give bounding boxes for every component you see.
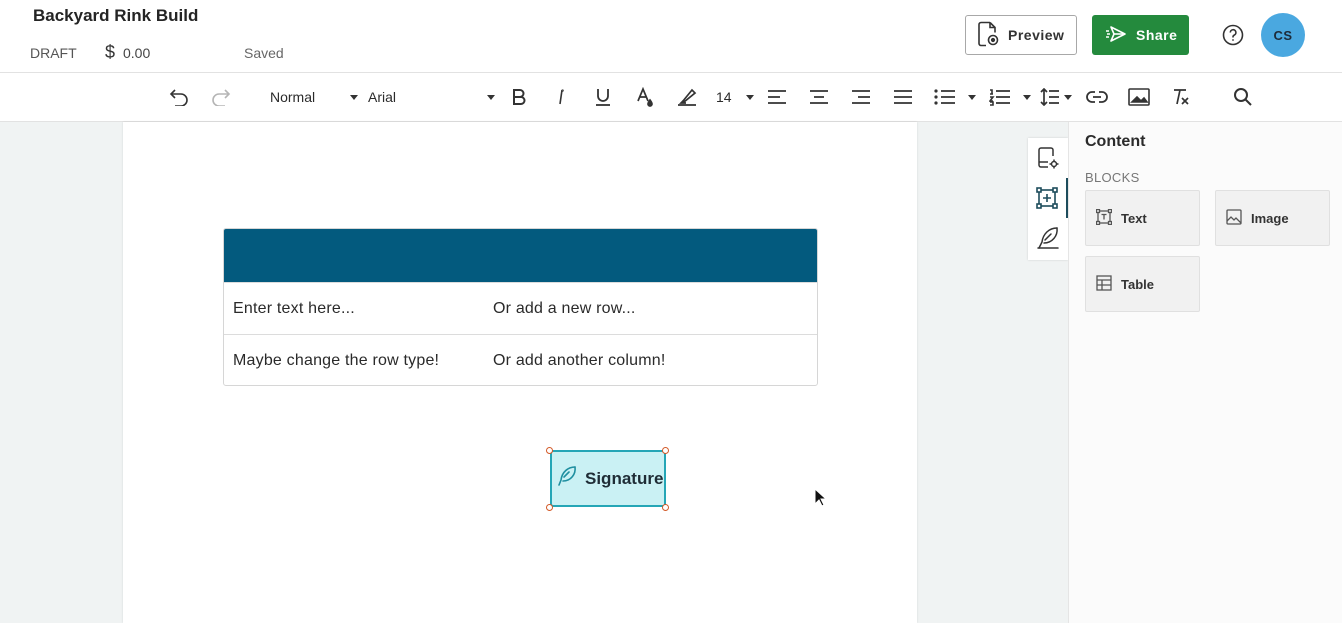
signature-feather-icon[interactable] <box>1028 218 1068 258</box>
panel-section-label: BLOCKS <box>1085 170 1140 185</box>
document-title[interactable]: Backyard Rink Build <box>33 6 198 26</box>
status-badge: DRAFT <box>30 45 77 61</box>
table-block[interactable]: Enter text here... Or add a new row... M… <box>223 228 818 386</box>
text-color-icon[interactable] <box>634 85 656 109</box>
numbered-list-button[interactable] <box>989 85 1031 109</box>
currency-symbol: $ <box>105 42 116 62</box>
add-block-icon[interactable] <box>1028 178 1068 218</box>
underline-icon[interactable] <box>592 85 614 109</box>
text-block-icon <box>1095 208 1121 228</box>
align-right-icon[interactable] <box>850 85 872 109</box>
panel-title: Content <box>1085 133 1146 150</box>
feather-icon <box>555 464 585 493</box>
bullet-list-icon <box>934 89 956 105</box>
preview-label: Preview <box>1008 27 1065 43</box>
panel-rail <box>1028 138 1068 260</box>
highlight-icon[interactable] <box>676 85 698 109</box>
font-size-value: 14 <box>716 89 732 105</box>
save-status: Saved <box>244 45 284 61</box>
table-block-label: Table <box>1121 276 1154 292</box>
image-icon[interactable] <box>1128 85 1150 109</box>
table-row[interactable]: Maybe change the row type! Or add anothe… <box>224 334 817 385</box>
document-amount: 0.00 <box>123 45 151 61</box>
undo-icon[interactable] <box>167 85 191 109</box>
table-cell[interactable]: Or add a new row... <box>493 300 762 318</box>
text-block-label: Text <box>1121 210 1147 226</box>
align-left-icon[interactable] <box>766 85 788 109</box>
align-center-icon[interactable] <box>808 85 830 109</box>
table-cell[interactable]: Or add another column! <box>493 352 762 370</box>
resize-handle[interactable] <box>546 504 553 511</box>
chevron-down-icon <box>487 94 495 100</box>
signature-field[interactable]: Signature <box>550 450 666 507</box>
content-panel: Content BLOCKS Text Image Table <box>1068 122 1342 623</box>
paragraph-style-value: Normal <box>270 89 316 105</box>
font-size-select[interactable]: 14 <box>716 85 754 109</box>
document-page[interactable]: Enter text here... Or add a new row... M… <box>123 122 917 623</box>
chevron-down-icon <box>350 94 358 100</box>
image-block-label: Image <box>1251 210 1289 226</box>
numbered-list-icon <box>989 88 1011 106</box>
table-cell[interactable]: Maybe change the row type! <box>224 352 493 370</box>
chevron-down-icon <box>968 94 976 100</box>
table-block-card[interactable]: Table <box>1085 256 1200 312</box>
italic-icon[interactable] <box>550 85 572 109</box>
table-header-row[interactable] <box>224 229 817 282</box>
search-icon[interactable] <box>1232 85 1254 109</box>
redo-icon[interactable] <box>209 85 233 109</box>
clear-format-icon[interactable] <box>1170 85 1192 109</box>
resize-handle[interactable] <box>662 504 669 511</box>
table-block-icon <box>1096 274 1121 294</box>
mouse-cursor-icon <box>814 487 828 512</box>
table-cell[interactable]: Enter text here... <box>224 300 493 318</box>
signature-label: Signature <box>585 468 664 488</box>
bullet-list-button[interactable] <box>934 85 976 109</box>
resize-handle[interactable] <box>546 447 553 454</box>
align-justify-icon[interactable] <box>892 85 914 109</box>
share-button[interactable]: Share <box>1092 15 1189 55</box>
paragraph-style-select[interactable]: Normal <box>270 85 358 109</box>
preview-icon <box>977 21 1008 50</box>
line-spacing-icon <box>1040 88 1060 106</box>
chevron-down-icon <box>746 94 754 100</box>
image-block-icon <box>1226 208 1251 228</box>
app-header: Backyard Rink Build DRAFT $ 0.00 Saved P… <box>0 0 1342 73</box>
document-settings-icon[interactable] <box>1028 138 1068 178</box>
chevron-down-icon <box>1064 94 1072 100</box>
share-label: Share <box>1136 27 1178 43</box>
link-icon[interactable] <box>1086 85 1108 109</box>
send-icon <box>1105 25 1136 46</box>
text-block-card[interactable]: Text <box>1085 190 1200 246</box>
help-icon[interactable] <box>1222 24 1244 46</box>
font-family-value: Arial <box>368 89 397 105</box>
line-spacing-button[interactable] <box>1040 85 1072 109</box>
formatting-toolbar: Normal Arial 14 <box>0 73 1342 122</box>
avatar[interactable]: CS <box>1261 13 1305 57</box>
table-row[interactable]: Enter text here... Or add a new row... <box>224 282 817 334</box>
image-block-card[interactable]: Image <box>1215 190 1330 246</box>
preview-button[interactable]: Preview <box>965 15 1077 55</box>
bold-icon[interactable] <box>508 85 530 109</box>
font-family-select[interactable]: Arial <box>368 85 495 109</box>
chevron-down-icon <box>1023 94 1031 100</box>
resize-handle[interactable] <box>662 447 669 454</box>
